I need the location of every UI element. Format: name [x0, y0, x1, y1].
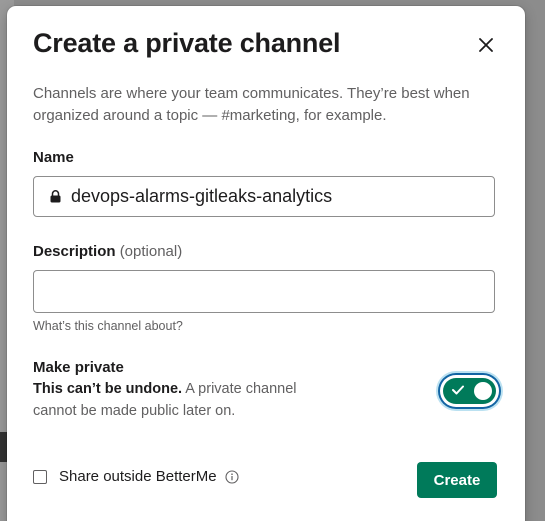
description-label: Description (optional) — [33, 243, 182, 260]
make-private-description: This can’t be undone. A private channel … — [33, 378, 323, 422]
toggle-knob — [474, 382, 492, 400]
description-field[interactable] — [33, 270, 495, 313]
modal-title: Create a private channel — [33, 28, 341, 58]
channel-name-value: devops-alarms-gitleaks-analytics — [71, 186, 333, 206]
description-label-text: Description — [33, 243, 116, 260]
name-label: Name — [33, 149, 74, 166]
create-channel-modal: Create a private channel Channels are wh… — [7, 6, 525, 521]
modal-intro-text: Channels are where your team communicate… — [33, 85, 470, 124]
toggle-track — [443, 378, 496, 404]
close-button[interactable] — [473, 32, 499, 58]
check-icon — [452, 385, 464, 395]
description-hint: What’s this channel about? — [33, 319, 183, 333]
make-private-warning-bold: This can’t be undone. — [33, 381, 183, 397]
create-button[interactable]: Create — [417, 462, 497, 498]
description-optional-text: (optional) — [119, 243, 183, 260]
share-outside-row: Share outside BetterMe — [33, 468, 239, 485]
make-private-toggle[interactable] — [440, 375, 499, 407]
close-icon — [479, 38, 493, 52]
info-icon[interactable] — [225, 469, 239, 484]
lock-icon — [49, 190, 61, 204]
make-private-label: Make private — [33, 359, 124, 376]
channel-name-field[interactable]: devops-alarms-gitleaks-analytics — [33, 176, 495, 217]
share-outside-label[interactable]: Share outside BetterMe — [59, 468, 217, 485]
description-input[interactable] — [34, 271, 494, 312]
share-outside-checkbox[interactable] — [33, 469, 47, 484]
